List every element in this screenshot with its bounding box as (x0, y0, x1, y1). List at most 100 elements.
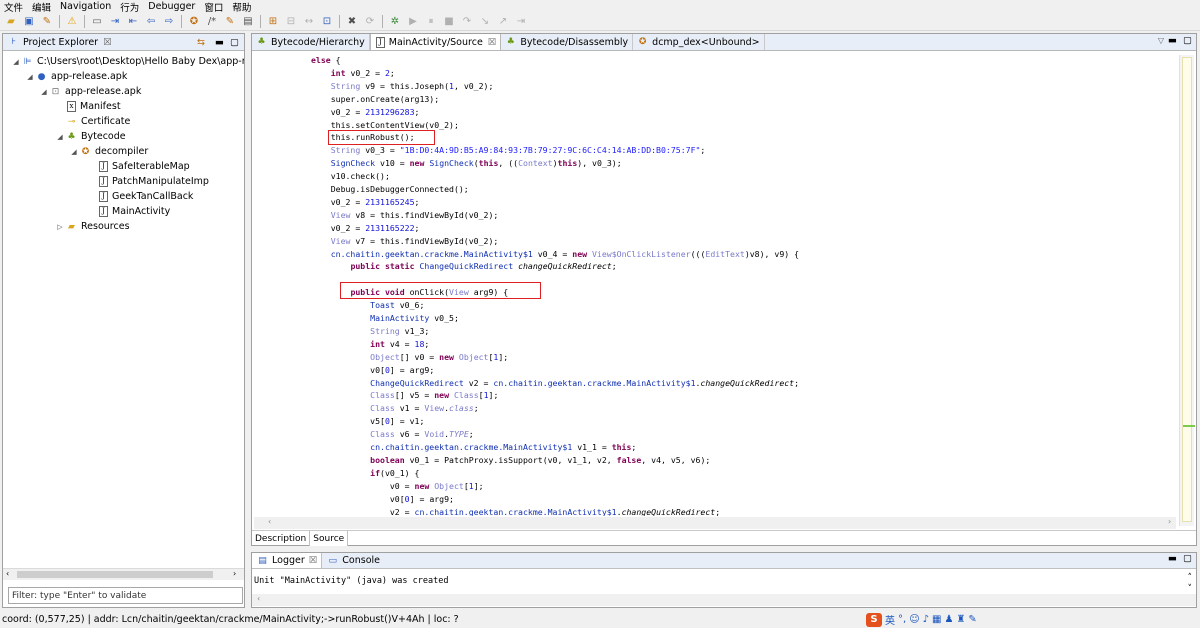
horizontal-scrollbar[interactable]: ‹ › (3, 568, 244, 580)
tree-item-apk[interactable]: ◢ ● app-release.apk (25, 69, 127, 84)
jump-back-icon[interactable]: ⇤ (126, 15, 140, 28)
filter-input[interactable]: Filter: type "Enter" to validate (8, 587, 243, 604)
maximize-icon[interactable]: ▢ (230, 37, 239, 48)
keyboard-icon[interactable]: ▦ (932, 614, 941, 625)
back-arrow-icon[interactable]: ⇦ (144, 15, 158, 28)
resume-icon[interactable]: ▶ (406, 15, 420, 28)
code-line: v0 = new Object[1]; (311, 480, 484, 491)
document-icon[interactable]: ▤ (241, 15, 255, 28)
cross-icon[interactable]: ✖ (345, 15, 359, 28)
scroll-down-icon[interactable]: ˅ (1188, 584, 1193, 594)
menu-debugger[interactable]: Debugger (148, 1, 195, 12)
tree-item-manifest[interactable]: x Manifest (55, 99, 121, 114)
refresh-icon[interactable]: ⟳ (363, 15, 377, 28)
maximize-icon[interactable]: ▢ (1183, 35, 1192, 46)
tree-item-patchmanipulateimp[interactable]: J PatchManipulateImp (87, 174, 209, 189)
menu-action[interactable]: 行为 (120, 0, 139, 14)
ime-language-label[interactable]: 英 (885, 612, 895, 627)
xref-icon[interactable]: ↔ (302, 15, 316, 28)
rename-icon[interactable]: ✎ (223, 15, 237, 28)
jump-icon[interactable]: ⇥ (108, 15, 122, 28)
comment-icon[interactable]: /* (205, 15, 219, 28)
tree-item-safeiterablemap[interactable]: J SafeIterableMap (87, 159, 190, 174)
tree-item-resources[interactable]: ▷ ▰ Resources (55, 219, 129, 234)
tree-item-certificate[interactable]: ⊸ Certificate (55, 114, 131, 129)
toolbar-separator (382, 15, 383, 28)
collapsed-twisty-icon[interactable]: ▷ (55, 223, 65, 231)
expand-twisty-icon[interactable]: ◢ (55, 133, 65, 141)
tools-icon[interactable]: ✎ (968, 614, 976, 625)
tab-dcmp-dex[interactable]: ✪ dcmp_dex<Unbound> (633, 34, 765, 50)
maximize-icon[interactable]: ▢ (1183, 553, 1192, 564)
scroll-right-icon[interactable]: › (233, 569, 236, 578)
horizontal-scrollbar[interactable]: ‹ (252, 594, 1196, 606)
close-icon[interactable]: ☒ (309, 555, 318, 566)
stop-icon[interactable]: ■ (442, 15, 456, 28)
ime-logo-icon[interactable]: S (866, 612, 882, 627)
vertical-scrollbar[interactable] (1179, 55, 1195, 526)
menu-file[interactable]: 文件 (4, 0, 23, 14)
grid-icon[interactable]: ⊞ (266, 15, 280, 28)
debug-gear-icon[interactable]: ✲ (388, 15, 402, 28)
microphone-icon[interactable]: ♪ (923, 614, 929, 625)
tree-item-decompiler[interactable]: ◢ ✪ decompiler (69, 144, 148, 159)
project-explorer-tab[interactable]: ⊦ Project Explorer ☒ ⇆ ▬ ▢ (3, 34, 244, 51)
properties-icon[interactable]: ✎ (40, 15, 54, 28)
run-to-cursor-icon[interactable]: ⇥ (514, 15, 528, 28)
minimize-icon[interactable]: ▬ (215, 37, 224, 48)
step-out-icon[interactable]: ↗ (496, 15, 510, 28)
tree-item-label: MainActivity (112, 206, 171, 217)
close-icon[interactable]: ☒ (103, 37, 112, 48)
expand-twisty-icon[interactable]: ◢ (25, 73, 35, 81)
tab-source[interactable]: Source (310, 531, 349, 546)
menu-edit[interactable]: 编辑 (32, 0, 51, 14)
tab-mainactivity-source[interactable]: J MainActivity/Source ☒ (369, 34, 502, 50)
scroll-right-icon[interactable]: › (1168, 517, 1171, 526)
apk-package-icon: ⊡ (51, 86, 60, 97)
scroll-left-icon[interactable]: ‹ (257, 594, 260, 603)
step-into-icon[interactable]: ↘ (478, 15, 492, 28)
expand-twisty-icon[interactable]: ◢ (69, 148, 79, 156)
step-over-icon[interactable]: ↷ (460, 15, 474, 28)
skin-icon[interactable]: ♜ (956, 614, 965, 625)
menu-window[interactable]: 窗口 (204, 0, 223, 14)
link-editor-icon[interactable]: ⇆ (197, 37, 205, 48)
pause-icon[interactable]: ⏸ (424, 15, 438, 28)
tab-description[interactable]: Description (252, 531, 311, 546)
tree-item-apk-package[interactable]: ◢ ⊡ app-release.apk (39, 84, 141, 99)
code-line: v10.check(); (311, 171, 390, 182)
expand-twisty-icon[interactable]: ◢ (39, 88, 49, 96)
scroll-left-icon[interactable]: ‹ (6, 569, 9, 578)
warning-icon[interactable]: ⚠ (65, 15, 79, 28)
punctuation-icon[interactable]: °, (898, 614, 906, 625)
expand-twisty-icon[interactable]: ◢ (11, 58, 21, 66)
close-icon[interactable]: ☒ (488, 37, 497, 48)
menu-help[interactable]: 帮助 (232, 0, 251, 14)
scroll-thumb[interactable] (17, 571, 213, 578)
tab-logger[interactable]: ▤ Logger ☒ (252, 553, 323, 568)
emoji-icon[interactable]: ☺ (909, 614, 919, 625)
scroll-left-icon[interactable]: ‹ (268, 517, 271, 526)
decompile-icon[interactable]: ✪ (187, 15, 201, 28)
layout-icon[interactable]: ⊡ (320, 15, 334, 28)
tab-bytecode-hierarchy[interactable]: ♣ Bytecode/Hierarchy (252, 34, 370, 50)
user-icon[interactable]: ♟ (944, 614, 953, 625)
forward-arrow-icon[interactable]: ⇨ (162, 15, 176, 28)
window-icon[interactable]: ▭ (90, 15, 104, 28)
tab-bytecode-disassembly[interactable]: ♣ Bytecode/Disassembly (501, 34, 634, 50)
save-icon[interactable]: ▣ (22, 15, 36, 28)
minimize-icon[interactable]: ▬ (1168, 553, 1177, 564)
tree-item-root-path[interactable]: ◢ ⊫ C:\Users\root\Desktop\Hello Baby Dex… (11, 54, 244, 69)
tree-item-bytecode[interactable]: ◢ ♣ Bytecode (55, 129, 125, 144)
tab-console[interactable]: ▭ Console (322, 555, 384, 567)
horizontal-scrollbar[interactable]: ‹ › (254, 517, 1176, 529)
scroll-thumb[interactable] (1182, 57, 1192, 522)
tree-item-geektancallback[interactable]: J GeekTanCallBack (87, 189, 193, 204)
tree-item-mainactivity[interactable]: J MainActivity (87, 204, 170, 219)
menu-navigation[interactable]: Navigation (60, 1, 111, 12)
minimize-icon[interactable]: ▬ (1168, 35, 1177, 46)
view-menu-icon[interactable]: ▽ (1158, 36, 1164, 45)
graph-icon[interactable]: ⊟ (284, 15, 298, 28)
scroll-up-icon[interactable]: ˄ (1188, 573, 1193, 583)
open-folder-icon[interactable]: ▰ (4, 15, 18, 28)
